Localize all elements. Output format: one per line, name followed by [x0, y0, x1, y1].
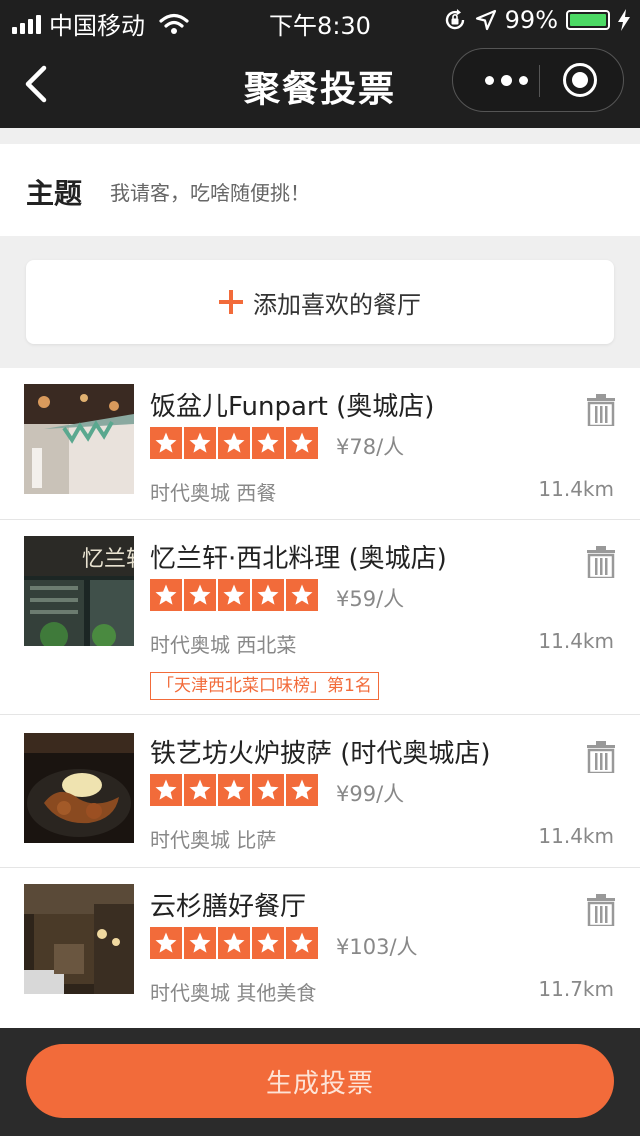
trash-icon[interactable] — [586, 546, 616, 578]
restaurant-price: ¥103/人 — [336, 935, 418, 959]
theme-row[interactable]: 主题 我请客，吃啥随便挑！ — [0, 144, 640, 236]
restaurant-item[interactable]: 云杉膳好餐厅 ¥103/人 时代奥城 其他美食 11.7km — [0, 868, 640, 1028]
star-icon — [184, 927, 216, 959]
trash-icon[interactable] — [586, 394, 616, 426]
restaurant-photo: 忆兰轩 — [24, 536, 134, 646]
generate-vote-button[interactable]: 生成投票 — [26, 1044, 614, 1118]
star-icon — [286, 579, 318, 611]
star-icon — [218, 927, 250, 959]
restaurant-area: 时代奥城 西餐 — [150, 481, 277, 505]
star-icon — [150, 579, 182, 611]
restaurant-list: 饭盆儿Funpart (奥城店) ¥78/人 时代奥城 西餐 11.4km 忆兰… — [0, 368, 640, 1028]
star-icon — [252, 427, 284, 459]
restaurant-name: 忆兰轩·西北料理 (奥城店) — [150, 544, 447, 574]
restaurant-area: 时代奥城 西北菜 — [150, 633, 297, 657]
star-icon — [218, 427, 250, 459]
star-icon — [184, 774, 216, 806]
star-icon — [184, 579, 216, 611]
star-icon — [150, 774, 182, 806]
restaurant-name: 云杉膳好餐厅 — [150, 892, 307, 922]
star-icon — [252, 927, 284, 959]
battery-percent: 99% — [504, 6, 558, 34]
add-restaurant-button[interactable]: 添加喜欢的餐厅 — [26, 260, 614, 344]
bottom-action-bar: 生成投票 — [0, 1028, 640, 1136]
star-icon — [218, 774, 250, 806]
restaurant-price: ¥78/人 — [336, 435, 405, 459]
star-icon — [286, 774, 318, 806]
miniprogram-capsule — [452, 48, 624, 112]
star-icon — [150, 927, 182, 959]
restaurant-area: 时代奥城 比萨 — [150, 828, 277, 852]
svg-text:忆兰轩: 忆兰轩 — [82, 547, 134, 572]
status-right: 99% — [443, 6, 630, 34]
trash-icon[interactable] — [586, 741, 616, 773]
restaurant-distance: 11.4km — [538, 629, 614, 653]
orientation-lock-icon — [445, 9, 464, 30]
restaurant-photo — [24, 384, 134, 494]
restaurant-item[interactable]: 铁艺坊火炉披萨 (时代奥城店) ¥99/人 时代奥城 比萨 11.4km — [0, 715, 640, 868]
restaurant-distance: 11.4km — [538, 824, 614, 848]
record-target-icon[interactable] — [563, 63, 597, 97]
restaurant-price: ¥59/人 — [336, 587, 405, 611]
theme-value[interactable]: 我请客，吃啥随便挑！ — [110, 177, 310, 206]
restaurant-item[interactable]: 饭盆儿Funpart (奥城店) ¥78/人 时代奥城 西餐 11.4km — [0, 368, 640, 520]
rating-stars — [150, 774, 318, 806]
charging-bolt-icon — [618, 9, 630, 31]
restaurant-item[interactable]: 忆兰轩 忆兰轩·西北料理 (奥城店) ¥59/人 时代奥城 西北菜 11.4km… — [0, 520, 640, 715]
status-bar: 中国移动 下午8:30 99% — [0, 0, 640, 40]
battery-level-fill — [570, 14, 606, 26]
star-icon — [252, 579, 284, 611]
restaurant-name: 铁艺坊火炉披萨 (时代奥城店) — [150, 739, 491, 769]
battery-icon — [566, 10, 610, 30]
restaurant-photo — [24, 733, 134, 843]
trash-icon[interactable] — [586, 894, 616, 926]
plus-icon — [219, 290, 243, 314]
star-icon — [150, 427, 182, 459]
capsule-divider — [539, 65, 540, 97]
star-icon — [252, 774, 284, 806]
more-dots-icon[interactable] — [471, 49, 541, 111]
star-icon — [286, 927, 318, 959]
star-icon — [286, 427, 318, 459]
location-arrow-icon — [475, 9, 496, 31]
theme-label: 主题 — [26, 177, 83, 210]
rank-badge[interactable]: 「天津西北菜口味榜」第1名 — [150, 672, 379, 700]
star-icon — [218, 579, 250, 611]
restaurant-distance: 11.4km — [538, 477, 614, 501]
nav-bar: 聚餐投票 — [0, 40, 640, 128]
add-restaurant-label: 添加喜欢的餐厅 — [253, 290, 421, 319]
rating-stars — [150, 427, 318, 459]
rating-stars — [150, 579, 318, 611]
restaurant-area: 时代奥城 其他美食 — [150, 981, 317, 1005]
restaurant-distance: 11.7km — [538, 977, 614, 1001]
star-icon — [184, 427, 216, 459]
restaurant-photo — [24, 884, 134, 994]
restaurant-price: ¥99/人 — [336, 782, 405, 806]
restaurant-name: 饭盆儿Funpart (奥城店) — [150, 392, 435, 422]
rating-stars — [150, 927, 318, 959]
